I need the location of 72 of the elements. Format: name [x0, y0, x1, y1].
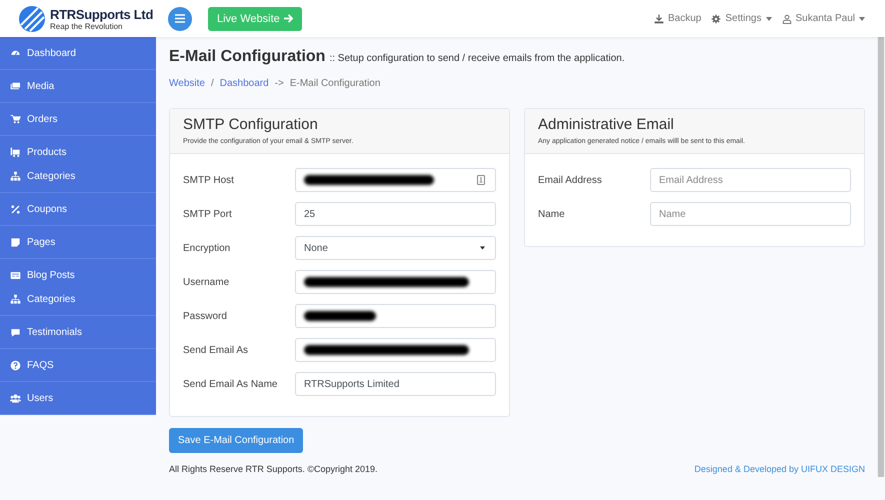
input-field[interactable]: [295, 304, 496, 328]
sidebar-item[interactable]: Coupons: [0, 197, 156, 221]
field-label: Email Address: [538, 174, 603, 186]
field-label: SMTP Host: [183, 174, 235, 186]
note-icon: [10, 236, 21, 248]
backup-link[interactable]: Backup: [654, 13, 702, 24]
sidebar-item[interactable]: Categories: [0, 164, 156, 188]
cart-icon: [10, 114, 21, 124]
arrow-right-icon: [284, 14, 293, 23]
question-icon: [10, 360, 21, 370]
field-label: Username: [183, 276, 230, 288]
newspaper-icon: [10, 270, 21, 280]
images-icon: [10, 80, 21, 92]
speech-bubble-icon: [10, 326, 21, 338]
field-label: Send Email As: [183, 344, 250, 356]
percent-icon: [10, 204, 21, 214]
sidebar-item[interactable]: Orders: [0, 107, 156, 131]
gear-icon: [711, 14, 722, 24]
credit-link[interactable]: Designed & Developed by UIFUX DESIGN: [694, 464, 865, 474]
encryption-select[interactable]: None: [295, 236, 496, 260]
brand-tagline: Reap the Revolution: [50, 22, 122, 30]
users-icon: [10, 392, 21, 404]
input-field[interactable]: [295, 338, 496, 362]
input-field[interactable]: 25: [295, 202, 496, 226]
sidebar-item[interactable]: Users: [0, 386, 156, 410]
download-icon: [654, 14, 664, 24]
sidebar-item[interactable]: Categories: [0, 287, 156, 311]
caret-icon: [766, 16, 772, 20]
user-link[interactable]: Sukanta Paul: [782, 13, 865, 24]
sitemap-icon: [10, 294, 21, 304]
breadcrumb-current: E-Mail Configuration: [290, 78, 380, 89]
sidebar-item[interactable]: Media: [0, 74, 156, 98]
redacted-text: [304, 311, 376, 321]
input-field[interactable]: Email Address: [650, 168, 851, 192]
caret-icon: [480, 246, 485, 250]
save-button[interactable]: Save E-Mail Configuration: [169, 428, 304, 453]
breadcrumb-separator: /: [210, 78, 214, 89]
sidebar-item[interactable]: Products: [0, 140, 156, 164]
card-title: Administrative Email: [538, 116, 675, 133]
brand-name: RTRSupports Ltd: [50, 6, 154, 22]
scrollbar[interactable]: [877, 37, 885, 477]
input-field[interactable]: [295, 270, 496, 294]
menu-button[interactable]: [168, 6, 192, 30]
page-subtitle: :: Setup configuration to send / receive emails from the application.: [329, 53, 625, 64]
field-label: Name: [538, 208, 566, 220]
breadcrumb-link[interactable]: Dashboard: [220, 78, 269, 89]
breadcrumb-link[interactable]: Website: [169, 78, 205, 89]
sidebar-item[interactable]: FAQS: [0, 353, 156, 377]
sitemap-icon: [10, 170, 21, 182]
page-title: E-Mail Configuration: [169, 48, 326, 66]
sidebar-item[interactable]: Testimonials: [0, 320, 156, 344]
sidebar-item[interactable]: Dashboard: [0, 41, 156, 65]
settings-link[interactable]: Settings: [711, 13, 772, 24]
dolly-icon: [10, 146, 21, 158]
logo-icon: [18, 4, 46, 32]
user-icon: [782, 14, 792, 24]
caret-icon: [859, 16, 865, 20]
sidebar-item[interactable]: Pages: [0, 230, 156, 254]
field-label: Encryption: [183, 242, 232, 254]
autofill-icon[interactable]: [477, 175, 485, 185]
input-field[interactable]: RTRSupports Limited: [295, 372, 496, 396]
field-label: Password: [183, 310, 228, 322]
live-website-button[interactable]: Live Website: [208, 6, 302, 30]
menu-icon: [175, 14, 185, 23]
card-title: SMTP Configuration: [183, 116, 319, 133]
field-label: SMTP Port: [183, 208, 233, 220]
sidebar-item[interactable]: Blog Posts: [0, 263, 156, 287]
breadcrumb-separator: ->: [274, 78, 284, 89]
input-field[interactable]: [295, 168, 496, 192]
input-field[interactable]: Name: [650, 202, 851, 226]
field-label: Send Email As Name: [183, 378, 278, 390]
copyright-text: All Rights Reserve RTR Supports. ©Copyright 2019.: [169, 464, 378, 474]
